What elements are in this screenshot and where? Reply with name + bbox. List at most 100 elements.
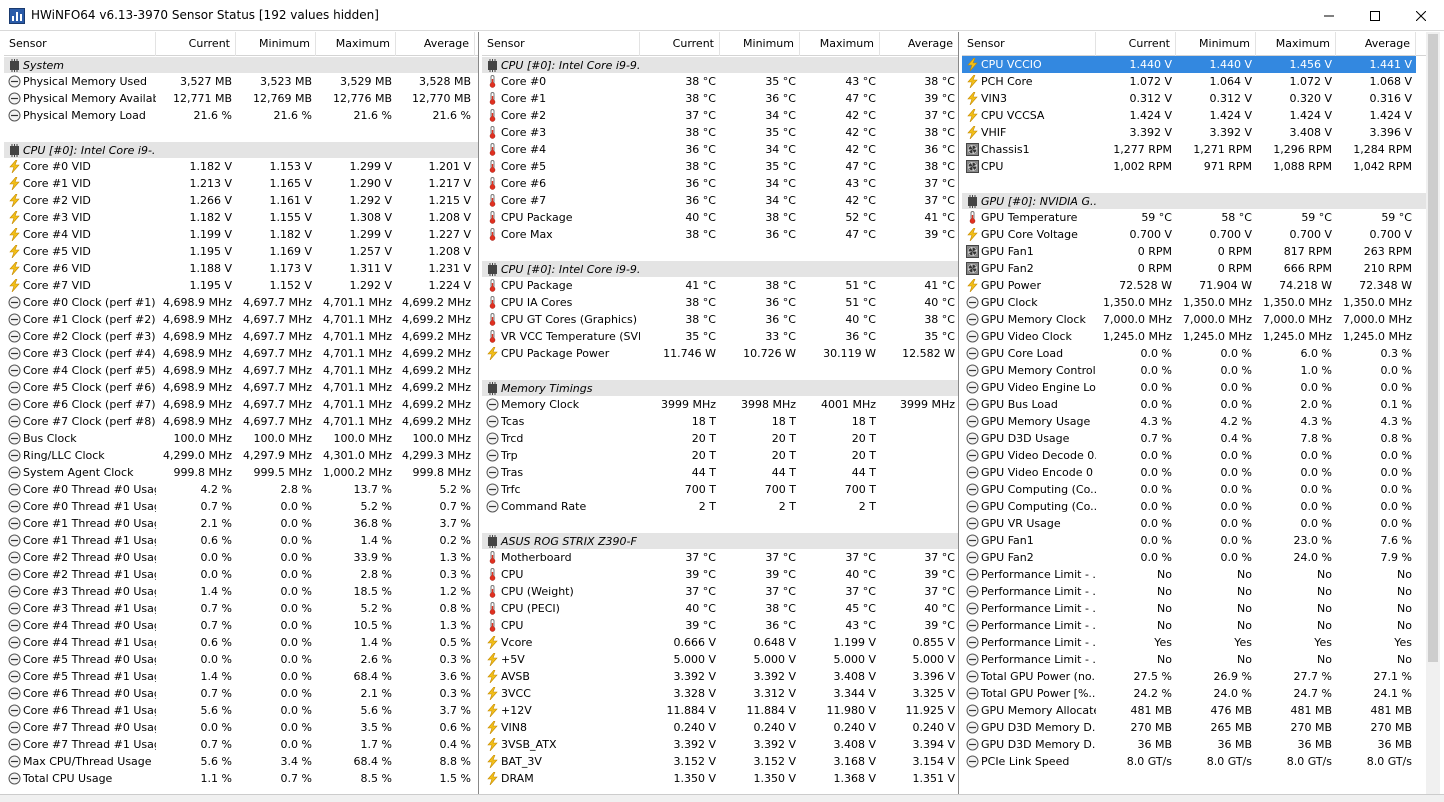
sensor-row[interactable]: VR VCC Temperature (SVID) 35 °C 33 °C 36 °C… — [482, 328, 958, 345]
column-header-average[interactable]: Average — [396, 32, 475, 56]
sensor-row[interactable]: Bus Clock 100.0 MHz 100.0 MHz 100.0 MHz 100.… — [4, 430, 478, 447]
sensor-row[interactable]: Core #0 Clock (perf #1) 4,698.9 MHz 4,697.… — [4, 294, 478, 311]
column-header-current[interactable]: Current — [640, 32, 720, 56]
sensor-row[interactable]: Core #6 Clock (perf #7) 4,698.9 MHz 4,697.… — [4, 396, 478, 413]
sensor-row[interactable]: GPU D3D Memory D... 270 MB 265 MB 270 MB 270… — [962, 719, 1440, 736]
sensor-row[interactable]: BAT_3V 3.152 V 3.152 V 3.168 V 3.154 V — [482, 753, 958, 770]
sensor-row[interactable]: Core #4 Clock (perf #5) 4,698.9 MHz 4,697.… — [4, 362, 478, 379]
sensor-row[interactable]: Core #3 38 °C 35 °C 42 °C 38 °C — [482, 124, 958, 141]
group-header-row[interactable]: ASUS ROG STRIX Z390-F ... — [482, 532, 958, 549]
sensor-row[interactable]: GPU D3D Usage 0.7 % 0.4 % 7.8 % 0.8 % — [962, 430, 1440, 447]
sensor-row[interactable]: Core #1 Thread #1 Usage 0.6 % 0.0 % 1.4 % 0.… — [4, 532, 478, 549]
column-header-minimum[interactable]: Minimum — [1176, 32, 1256, 56]
sensor-row[interactable]: +12V 11.884 V 11.884 V 11.980 V 11.925 V — [482, 702, 958, 719]
sensor-row[interactable]: Total GPU Power [%... 24.2 % 24.0 % 24.7 % 2… — [962, 685, 1440, 702]
sensor-row[interactable]: Core #0 Thread #1 Usage 0.7 % 0.0 % 5.2 % 0.… — [4, 498, 478, 515]
column-header-current[interactable]: Current — [1096, 32, 1176, 56]
sensor-row[interactable]: VHIF 3.392 V 3.392 V 3.408 V 3.396 V — [962, 124, 1440, 141]
sensor-row[interactable]: CPU Package 41 °C 38 °C 51 °C 41 °C — [482, 277, 958, 294]
sensor-row[interactable]: 3VCC 3.328 V 3.312 V 3.344 V 3.325 V — [482, 685, 958, 702]
sensor-row[interactable]: Core #0 Thread #0 Usage 4.2 % 2.8 % 13.7 % 5… — [4, 481, 478, 498]
sensor-row[interactable]: Core #5 38 °C 35 °C 47 °C 38 °C — [482, 158, 958, 175]
group-header-row[interactable]: CPU [#0]: Intel Core i9-9... — [482, 56, 958, 73]
sensor-row[interactable]: Core #6 VID 1.188 V 1.173 V 1.311 V 1.231 V — [4, 260, 478, 277]
sensor-row[interactable]: PCH Core 1.072 V 1.064 V 1.072 V 1.068 V — [962, 73, 1440, 90]
column-header-average[interactable]: Average — [1336, 32, 1416, 56]
sensor-row[interactable]: CPU Package 40 °C 38 °C 52 °C 41 °C — [482, 209, 958, 226]
minimize-button[interactable] — [1306, 0, 1352, 31]
sensor-row[interactable]: Core #7 Thread #1 Usage 0.7 % 0.0 % 1.7 % 0.… — [4, 736, 478, 753]
sensor-row[interactable]: 3VSB_ATX 3.392 V 3.392 V 3.408 V 3.394 V — [482, 736, 958, 753]
sensor-row[interactable]: Core #7 VID 1.195 V 1.152 V 1.292 V 1.224 V — [4, 277, 478, 294]
sensor-row[interactable]: Core #1 Thread #0 Usage 2.1 % 0.0 % 36.8 % 3… — [4, 515, 478, 532]
group-header-row[interactable]: System — [4, 56, 478, 73]
maximize-button[interactable] — [1352, 0, 1398, 31]
sensor-row[interactable]: CPU (PECI) 40 °C 38 °C 45 °C 40 °C — [482, 600, 958, 617]
sensor-row[interactable]: Core #3 Thread #1 Usage 0.7 % 0.0 % 5.2 % 0.… — [4, 600, 478, 617]
column-header-average[interactable]: Average — [880, 32, 958, 56]
sensor-row[interactable]: Core #5 VID 1.195 V 1.169 V 1.257 V 1.208 V — [4, 243, 478, 260]
sensor-row[interactable]: CPU 39 °C 39 °C 40 °C 39 °C — [482, 566, 958, 583]
sensor-row[interactable]: Core #6 Thread #0 Usage 0.7 % 0.0 % 2.1 % 0.… — [4, 685, 478, 702]
sensor-row[interactable]: PCIe Link Speed 8.0 GT/s 8.0 GT/s 8.0 GT/s 8… — [962, 753, 1440, 770]
group-header-row[interactable]: CPU [#0]: Intel Core i9-... — [4, 141, 478, 158]
sensor-row[interactable]: GPU Video Decode 0... 0.0 % 0.0 % 0.0 % 0.0 … — [962, 447, 1440, 464]
sensor-row[interactable]: CPU (Weight) 37 °C 37 °C 37 °C 37 °C — [482, 583, 958, 600]
sensor-row[interactable]: Core #5 Thread #0 Usage 0.0 % 0.0 % 2.6 % 0.… — [4, 651, 478, 668]
sensor-row[interactable]: Core #0 38 °C 35 °C 43 °C 38 °C — [482, 73, 958, 90]
column-header-sensor[interactable]: Sensor — [962, 32, 1096, 56]
sensor-row[interactable]: Core Max 38 °C 36 °C 47 °C 39 °C — [482, 226, 958, 243]
sensor-row[interactable]: Performance Limit - ... No No No No — [962, 583, 1440, 600]
sensor-row[interactable]: Core #4 36 °C 34 °C 42 °C 36 °C — [482, 141, 958, 158]
sensor-row[interactable]: Tras 44 T 44 T 44 T — [482, 464, 958, 481]
sensor-row[interactable]: Core #1 VID 1.213 V 1.165 V 1.290 V 1.217 V — [4, 175, 478, 192]
sensor-row[interactable]: CPU GT Cores (Graphics) 38 °C 36 °C 40 °C 38… — [482, 311, 958, 328]
sensor-row[interactable]: Ring/LLC Clock 4,299.0 MHz 4,297.9 MHz 4,30… — [4, 447, 478, 464]
group-header-row[interactable]: GPU [#0]: NVIDIA G... — [962, 192, 1440, 209]
sensor-row[interactable]: VIN3 0.312 V 0.312 V 0.320 V 0.316 V — [962, 90, 1440, 107]
sensor-row[interactable]: Core #7 Thread #0 Usage 0.0 % 0.0 % 3.5 % 0.… — [4, 719, 478, 736]
sensor-row[interactable]: GPU VR Usage 0.0 % 0.0 % 0.0 % 0.0 % — [962, 515, 1440, 532]
sensor-row[interactable]: Core #4 VID 1.199 V 1.182 V 1.299 V 1.227 V — [4, 226, 478, 243]
sensor-row[interactable]: Vcore 0.666 V 0.648 V 1.199 V 0.855 V — [482, 634, 958, 651]
sensor-row[interactable]: Motherboard 37 °C 37 °C 37 °C 37 °C — [482, 549, 958, 566]
sensor-row[interactable]: Core #2 VID 1.266 V 1.161 V 1.292 V 1.215 V — [4, 192, 478, 209]
sensor-row[interactable]: Core #4 Thread #1 Usage 0.6 % 0.0 % 1.4 % 0.… — [4, 634, 478, 651]
sensor-row[interactable]: Core #6 36 °C 34 °C 43 °C 37 °C — [482, 175, 958, 192]
sensor-row[interactable]: GPU Temperature 59 °C 58 °C 59 °C 59 °C — [962, 209, 1440, 226]
sensor-row[interactable]: GPU Bus Load 0.0 % 0.0 % 2.0 % 0.1 % — [962, 396, 1440, 413]
sensor-row[interactable]: Trfc 700 T 700 T 700 T — [482, 481, 958, 498]
sensor-row[interactable]: System Agent Clock 999.8 MHz 999.5 MHz 1,00… — [4, 464, 478, 481]
sensor-row[interactable]: Core #7 Clock (perf #8) 4,698.9 MHz 4,697.… — [4, 413, 478, 430]
close-button[interactable] — [1398, 0, 1444, 31]
sensor-row[interactable]: GPU Memory Usage 4.3 % 4.2 % 4.3 % 4.3 % — [962, 413, 1440, 430]
vertical-scrollbar[interactable] — [1426, 32, 1440, 794]
sensor-panel-left[interactable]: Sensor Current Minimum Maximum Average Syste… — [4, 32, 479, 794]
sensor-row[interactable]: GPU Memory Control... 0.0 % 0.0 % 1.0 % 0.0 … — [962, 362, 1440, 379]
sensor-row[interactable]: GPU Fan1 0 RPM 0 RPM 817 RPM 263 RPM — [962, 243, 1440, 260]
sensor-row[interactable]: Physical Memory Used 3,527 MB 3,523 MB 3,52… — [4, 73, 478, 90]
sensor-row[interactable]: GPU Video Clock 1,245.0 MHz 1,245.0 MHz 1,2… — [962, 328, 1440, 345]
sensor-row[interactable]: Memory Clock 3999 MHz 3998 MHz 4001 MHz 3999… — [482, 396, 958, 413]
sensor-row[interactable]: Core #1 Clock (perf #2) 4,698.9 MHz 4,697.… — [4, 311, 478, 328]
sensor-row[interactable]: CPU 39 °C 36 °C 43 °C 39 °C — [482, 617, 958, 634]
sensor-row[interactable]: Performance Limit - ... No No No No — [962, 600, 1440, 617]
sensor-row[interactable]: Command Rate 2 T 2 T 2 T — [482, 498, 958, 515]
sensor-row[interactable]: Core #5 Clock (perf #6) 4,698.9 MHz 4,697.… — [4, 379, 478, 396]
sensor-row[interactable]: GPU Fan2 0.0 % 0.0 % 24.0 % 7.9 % — [962, 549, 1440, 566]
sensor-row[interactable]: Chassis1 1,277 RPM 1,271 RPM 1,296 RPM 1,284… — [962, 141, 1440, 158]
sensor-row[interactable]: Core #3 Clock (perf #4) 4,698.9 MHz 4,697.… — [4, 345, 478, 362]
sensor-row[interactable]: Core #6 Thread #1 Usage 5.6 % 0.0 % 5.6 % 3.… — [4, 702, 478, 719]
sensor-row[interactable]: GPU Memory Allocated 481 MB 476 MB 481 MB 48… — [962, 702, 1440, 719]
sensor-row[interactable]: GPU Computing (Co... 0.0 % 0.0 % 0.0 % 0.0 % — [962, 498, 1440, 515]
sensor-row[interactable]: GPU Power 72.528 W 71.904 W 74.218 W 72.348 … — [962, 277, 1440, 294]
sensor-row[interactable]: GPU Fan2 0 RPM 0 RPM 666 RPM 210 RPM — [962, 260, 1440, 277]
sensor-row[interactable]: AVSB 3.392 V 3.392 V 3.408 V 3.396 V — [482, 668, 958, 685]
sensor-row[interactable]: GPU Core Load 0.0 % 0.0 % 6.0 % 0.3 % — [962, 345, 1440, 362]
sensor-row[interactable]: Core #2 37 °C 34 °C 42 °C 37 °C — [482, 107, 958, 124]
sensor-row[interactable]: GPU Memory Clock 7,000.0 MHz 7,000.0 MHz 7,… — [962, 311, 1440, 328]
sensor-row[interactable]: Core #7 36 °C 34 °C 42 °C 37 °C — [482, 192, 958, 209]
scrollbar-thumb[interactable] — [1428, 34, 1438, 662]
sensor-row[interactable]: Tcas 18 T 18 T 18 T — [482, 413, 958, 430]
sensor-row[interactable]: CPU VCCIO 1.440 V 1.440 V 1.456 V 1.441 V — [962, 56, 1440, 73]
